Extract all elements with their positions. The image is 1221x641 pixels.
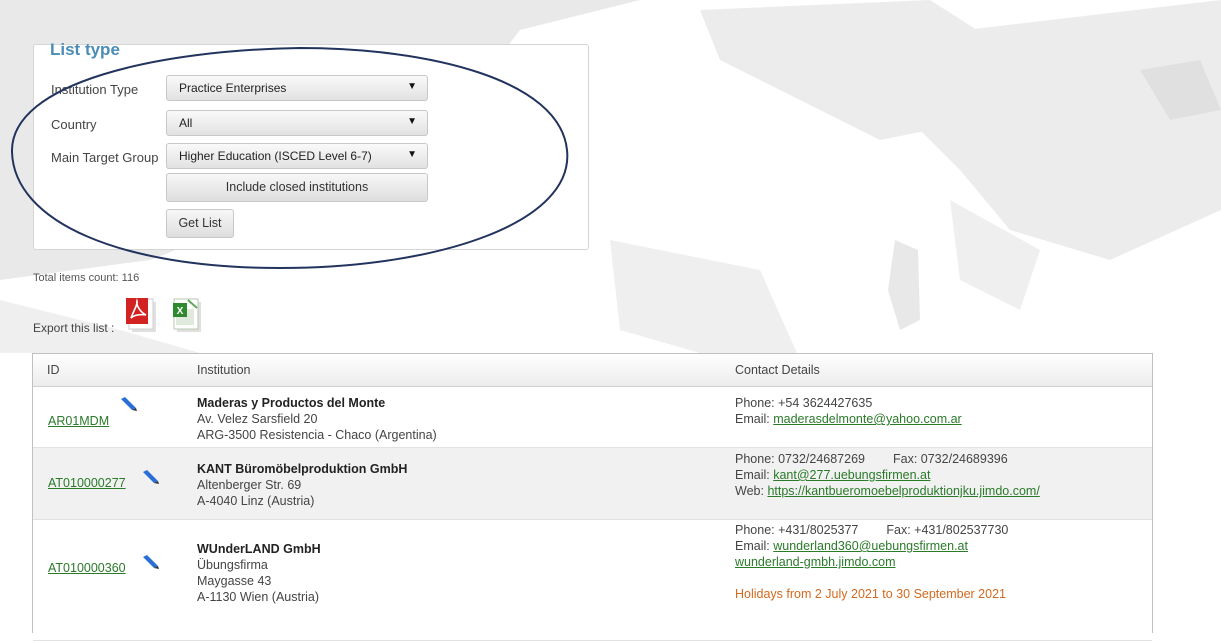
fax-text: Fax: 0732/24689396 xyxy=(893,452,1008,466)
address-line: Übungsfirma xyxy=(197,558,268,572)
pencil-icon[interactable] xyxy=(141,469,161,485)
row-id-link[interactable]: AT010000277 xyxy=(48,476,126,490)
address-line: Altenberger Str. 69 xyxy=(197,478,302,492)
institution-cell: Maderas y Productos del Monte Av. Velez … xyxy=(197,395,437,443)
header-institution: Institution xyxy=(197,363,251,377)
country-select[interactable]: All ▼ xyxy=(166,110,428,136)
row-id-link[interactable]: AT010000360 xyxy=(48,561,126,575)
include-closed-button[interactable]: Include closed institutions xyxy=(166,173,428,202)
web-link[interactable]: wunderland-gmbh.jimdo.com xyxy=(735,555,896,569)
institution-type-value: Practice Enterprises xyxy=(179,81,287,95)
contact-cell: Phone: +54 3624427635 Email: maderasdelm… xyxy=(735,395,962,427)
contact-cell: Phone: +431/8025377 Fax: +431/802537730 E… xyxy=(735,522,1008,602)
email-label: Email: xyxy=(735,468,770,482)
country-value: All xyxy=(179,116,193,130)
header-contact: Contact Details xyxy=(735,363,820,377)
pencil-icon[interactable] xyxy=(119,396,139,412)
header-id: ID xyxy=(47,363,60,377)
address-line: Maygasse 43 xyxy=(197,574,272,588)
table-header: ID Institution Contact Details xyxy=(33,354,1152,387)
page-content: List type Institution Type Practice Ente… xyxy=(0,0,1221,641)
row-id-link[interactable]: AR01MDM xyxy=(48,414,109,428)
institutions-table: ID Institution Contact Details AR01MDM M… xyxy=(32,353,1153,641)
chevron-down-icon: ▼ xyxy=(407,81,417,92)
phone-text: Phone: +431/8025377 xyxy=(735,523,859,537)
table-row: AR01MDM Maderas y Productos del Monte Av… xyxy=(33,387,1152,448)
get-list-button[interactable]: Get List xyxy=(166,209,234,238)
holiday-note: Holidays from 2 July 2021 to 30 Septembe… xyxy=(735,587,1006,601)
export-label: Export this list : xyxy=(33,321,115,335)
address-line: A-4040 Linz (Austria) xyxy=(197,494,315,508)
fax-text: Fax: +431/802537730 xyxy=(886,523,1009,537)
institution-type-label: Institution Type xyxy=(51,82,139,97)
pencil-icon[interactable] xyxy=(141,554,161,570)
institution-cell: WUnderLAND GmbH Übungsfirma Maygasse 43 … xyxy=(197,541,321,605)
table-row: AT010000277 KANT Büromöbelproduktion Gmb… xyxy=(33,448,1152,520)
target-group-select[interactable]: Higher Education (ISCED Level 6-7) ▼ xyxy=(166,143,428,169)
institution-type-select[interactable]: Practice Enterprises ▼ xyxy=(166,75,428,101)
web-link[interactable]: https://kantbueromoebelproduktionjku.jim… xyxy=(767,484,1039,498)
chevron-down-icon: ▼ xyxy=(407,116,417,127)
address-line: A-1130 Wien (Austria) xyxy=(197,590,320,604)
web-label: Web: xyxy=(735,484,764,498)
target-group-label: Main Target Group xyxy=(51,150,159,165)
country-label: Country xyxy=(51,117,97,132)
institution-name: KANT Büromöbelproduktion GmbH xyxy=(197,462,408,476)
pdf-icon[interactable] xyxy=(124,296,158,336)
email-link[interactable]: wunderland360@uebungsfirmen.at xyxy=(773,539,968,553)
email-label: Email: xyxy=(735,539,770,553)
address-line: Av. Velez Sarsfield 20 xyxy=(197,412,318,426)
svg-text:X: X xyxy=(177,306,184,317)
chevron-down-icon: ▼ xyxy=(407,149,417,160)
panel-legend: List type xyxy=(50,40,120,59)
phone-text: Phone: +54 3624427635 xyxy=(735,396,873,410)
institution-cell: KANT Büromöbelproduktion GmbH Altenberge… xyxy=(197,461,407,509)
email-link[interactable]: kant@277.uebungsfirmen.at xyxy=(773,468,930,482)
institution-name: Maderas y Productos del Monte xyxy=(197,396,386,410)
contact-cell: Phone: 0732/24687269 Fax: 0732/24689396 E… xyxy=(735,451,1040,499)
institution-name: WUnderLAND GmbH xyxy=(197,542,321,556)
email-label: Email: xyxy=(735,412,770,426)
total-items-count: Total items count: 116 xyxy=(33,272,140,284)
excel-icon[interactable]: X xyxy=(170,296,204,336)
target-group-value: Higher Education (ISCED Level 6-7) xyxy=(179,149,372,163)
email-link[interactable]: maderasdelmonte@yahoo.com.ar xyxy=(773,412,961,426)
address-line: ARG-3500 Resistencia - Chaco (Argentina) xyxy=(197,428,437,442)
phone-text: Phone: 0732/24687269 xyxy=(735,452,865,466)
